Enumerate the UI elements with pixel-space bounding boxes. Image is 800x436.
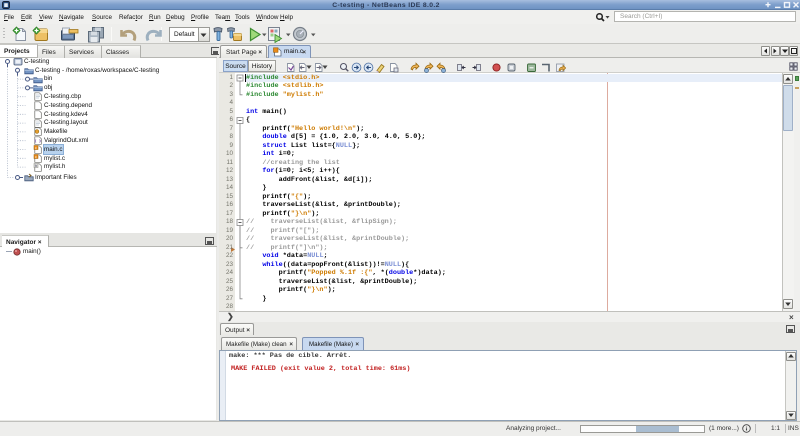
svg-text:h: h <box>35 164 37 168</box>
svg-text:c: c <box>35 155 37 159</box>
svg-text:c: c <box>35 146 37 150</box>
